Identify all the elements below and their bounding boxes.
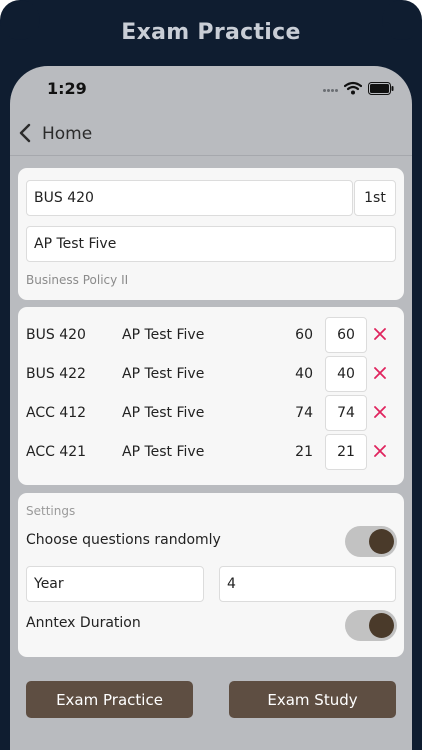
status-bar: 1:29 <box>10 66 412 112</box>
status-time: 1:29 <box>47 79 87 98</box>
exam-form-card: BUS 420 1st AP Test Five Business Policy… <box>18 168 404 300</box>
random-questions-toggle[interactable] <box>345 526 397 557</box>
exam-list-card: BUS 420 AP Test Five 60 60 BUS 422 AP Te… <box>18 307 404 485</box>
semester-input[interactable]: 1st <box>354 180 396 216</box>
exam-practice-button[interactable]: Exam Practice <box>26 681 193 718</box>
signal-dots-icon <box>323 89 339 93</box>
frame-corner-left <box>0 0 40 40</box>
exam-study-button[interactable]: Exam Study <box>229 681 396 718</box>
remove-icon[interactable] <box>373 444 387 458</box>
frame-corner-right <box>382 0 422 40</box>
exam-code: BUS 420 <box>26 327 86 343</box>
course-code-input[interactable]: BUS 420 <box>26 180 353 216</box>
settings-card: Settings Choose questions randomly Year … <box>18 493 404 657</box>
exam-value: 40 <box>295 366 313 382</box>
toggle-knob <box>369 529 394 554</box>
exam-count-input[interactable]: 60 <box>325 317 367 353</box>
exam-code: BUS 422 <box>26 366 86 382</box>
year-label-field[interactable]: Year <box>26 566 204 602</box>
battery-icon <box>368 82 394 95</box>
promo-caption: Exam Practice <box>121 20 301 45</box>
exam-row: ACC 412 AP Test Five 74 74 <box>18 395 404 431</box>
exam-row: BUS 420 AP Test Five 60 60 <box>18 317 404 353</box>
chevron-left-icon[interactable] <box>18 123 32 143</box>
exam-code: ACC 412 <box>26 405 87 421</box>
remove-icon[interactable] <box>373 366 387 380</box>
exam-row: BUS 422 AP Test Five 40 40 <box>18 356 404 392</box>
exam-name: AP Test Five <box>122 405 205 421</box>
toggle-knob <box>369 613 394 638</box>
exam-count-input[interactable]: 40 <box>325 356 367 392</box>
remove-icon[interactable] <box>373 327 387 341</box>
exam-code: ACC 421 <box>26 444 87 460</box>
navigation-bar: Home <box>10 112 412 156</box>
duration-label: Anntex Duration <box>26 615 141 631</box>
exam-row: ACC 421 AP Test Five 21 21 <box>18 434 404 470</box>
back-button[interactable]: Home <box>42 124 92 144</box>
test-name-input[interactable]: AP Test Five <box>26 226 396 262</box>
exam-name: AP Test Five <box>122 366 205 382</box>
exam-name: AP Test Five <box>122 444 205 460</box>
random-questions-label: Choose questions randomly <box>26 532 221 548</box>
phone-screen: 1:29 Home BUS 420 1st AP Test Five Busin… <box>10 66 412 750</box>
exam-count-input[interactable]: 74 <box>325 395 367 431</box>
duration-toggle[interactable] <box>345 610 397 641</box>
exam-name: AP Test Five <box>122 327 205 343</box>
exam-count-input[interactable]: 21 <box>325 434 367 470</box>
exam-value: 74 <box>295 405 313 421</box>
year-value-input[interactable]: 4 <box>219 566 396 602</box>
settings-section-label: Settings <box>26 504 76 518</box>
exam-value: 21 <box>295 444 313 460</box>
exam-value: 60 <box>295 327 313 343</box>
wifi-icon <box>344 81 362 95</box>
remove-icon[interactable] <box>373 405 387 419</box>
course-title-label: Business Policy II <box>26 273 129 287</box>
